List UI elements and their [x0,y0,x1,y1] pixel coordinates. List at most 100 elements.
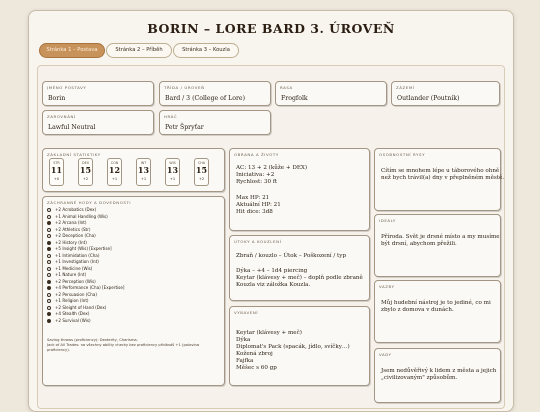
armor-class: AC: 13 + 2 (kůže + DEX) [236,165,308,171]
skill-row[interactable]: +1 Medicine (Wis) [47,266,92,272]
ability-con[interactable]: CON 12 +1 [107,158,122,186]
proficiency-dot[interactable] [47,247,51,251]
field-label: HRÁČ [164,114,178,119]
skill-row[interactable]: +2 History (Int) [47,240,87,246]
ability-score: 11 [50,165,63,175]
proficiency-dot[interactable] [47,234,51,238]
ability-mod: +2 [82,177,89,181]
personality-traits-panel: OSOBNOSTNÍ RYSY Cítím se mnohem lépe u t… [374,148,505,211]
skill-label: +1 Medicine (Wis) [55,265,93,271]
flaws-panel: VADY Jsem nedůvěřivý k lidem z města a j… [374,348,501,403]
panel-label: ZÁCHRANNÉ HODY A DOVEDNOSTI [47,200,132,205]
current-hp: Aktuální HP: 21 [236,202,281,208]
panel-label: ZÁKLADNÍ STATISTIKY [47,152,101,157]
background-field[interactable]: ZÁZEMÍ Outlander (Poutník) [391,81,500,106]
player-field[interactable]: HRÁČ Petr Špryťar [159,110,271,135]
proficiency-dot[interactable] [47,305,51,310]
proficiency-dot[interactable] [47,273,51,277]
tab-page-2[interactable]: Stránka 2 – Příběh [106,43,172,58]
max-hp: Max HP: 21 [236,195,270,201]
field-label: ZAROVNÁNÍ [47,114,76,119]
skill-label: +1 Investigation (Int) [55,259,99,264]
ability-score: 12 [108,165,121,175]
page-content: JMÉNO POSTAVY Borin TŘÍDA / ÚROVEŇ Bard … [37,65,505,409]
trait-line: než bych trávil(a) dny v přeplněném měst… [381,175,505,181]
bonds-panel: VAZBY Můj hudební nástroj je to jediné, … [374,280,501,343]
trait-line: Cítím se mnohem lépe u táborového ohně [381,168,500,174]
skill-row[interactable]: +4 Stealth (Dex) [47,311,89,317]
ideal-line: Příroda. Svět je drsné místo a my musíme [381,234,500,240]
skill-label: +4 Performance (Cha) [Expertise] [55,285,125,290]
skill-row[interactable]: +2 Survival (Wis) [47,318,91,324]
skill-row[interactable]: +1 Investigation (Int) [47,259,99,265]
ability-scores-panel: ZÁKLADNÍ STATISTIKY STR 11 +0 DEX 15 +2 … [42,148,225,192]
skill-label: +2 Athletics (Str) [55,226,91,232]
ideal-line: být drsní, abychom přežili. [381,241,457,247]
proficiency-dot[interactable] [47,214,51,219]
skill-row[interactable]: +2 Arcana (Int) [47,220,87,226]
skill-row[interactable]: +2 Sleight of Hand (Dex) [47,305,106,311]
proficiency-dot[interactable] [47,240,51,245]
skill-label: +2 Persuasion (Cha) [55,291,97,297]
equipment-item: Kožená zbroj [236,351,273,357]
skill-row[interactable]: +2 Athletics (Str) [47,227,90,233]
ability-dex[interactable]: DEX 15 +2 [78,158,93,186]
panel-label: VADY [379,352,392,357]
field-label: ZÁZEMÍ [396,85,415,90]
skill-label: +2 Deception (Cha) [55,233,96,238]
defense-hp-panel: OBRANA A ŽIVOTY AC: 13 + 2 (kůže + DEX) … [229,148,370,231]
proficiency-dot[interactable] [47,286,51,290]
skill-label: +2 History (Int) [55,239,87,245]
proficiency-dot[interactable] [47,318,51,323]
proficiency-dot[interactable] [47,279,51,284]
proficiency-dot[interactable] [47,208,51,212]
proficiency-dot[interactable] [47,260,51,264]
proficiency-dot[interactable] [47,299,51,303]
skill-row[interactable]: +2 Perception (Wis) [47,279,96,285]
flaw-line: Jsem nedůvěřivý k lidem z města a jejich [381,368,497,374]
proficiency-dot[interactable] [47,266,51,271]
skill-row[interactable]: +1 Nature (Int) [47,272,86,278]
tab-page-1[interactable]: Stránka 1 – Postava [39,43,105,58]
ability-wis[interactable]: WIS 13 +1 [165,158,180,186]
flaw-line: „civilizovaným" způsobům. [381,375,458,381]
field-value: Lawful Neutral [48,124,96,131]
ability-score: 15 [79,165,92,175]
attack-keytar: Keytar (klávesy + meč) – doplň podle zbr… [236,275,363,281]
field-value: Bard / 3 (College of Lore) [165,95,246,102]
field-value: Petr Špryťar [165,124,204,131]
skill-row[interactable]: +1 Religion (Int) [47,298,89,304]
proficiency-dot[interactable] [47,221,51,225]
proficiency-dot[interactable] [47,253,51,258]
attacks-spells-panel: ÚTOKY A KOUZLENÍ Zbraň / kouzlo – Útok –… [229,235,370,301]
skill-row[interactable]: +2 Deception (Cha) [47,233,96,239]
ability-int[interactable]: INT 13 +1 [136,158,151,186]
skill-row[interactable]: +1 Animal Handling (Wis) [47,214,108,220]
ability-cha[interactable]: CHA 15 +2 [194,158,209,186]
skill-label: +1 Animal Handling (Wis) [55,213,108,219]
bond-line: Můj hudební nástroj je to jediné, co mi [381,300,491,306]
class-level-field[interactable]: TŘÍDA / ÚROVEŇ Bard / 3 (College of Lore… [159,81,271,106]
alignment-field[interactable]: ZAROVNÁNÍ Lawful Neutral [42,110,154,135]
ability-score: 15 [195,165,208,175]
page-title: BORIN – LORE BARD 3. ÚROVEŇ [147,21,395,36]
field-value: Outlander (Poutník) [397,95,460,102]
field-label: RASA [280,85,293,90]
proficiency-dot[interactable] [47,227,51,232]
proficiency-dot[interactable] [47,292,51,297]
skill-row[interactable]: +5 Insight (Wis) [Expertise] [47,246,112,252]
skill-row[interactable]: +4 Performance (Cha) [Expertise] [47,285,124,291]
tab-page-3[interactable]: Stránka 3 – Kouzla [173,43,239,58]
skill-row[interactable]: +1 Intimidation (Cha) [47,253,99,259]
race-field[interactable]: RASA Frogfolk [275,81,387,106]
skill-row[interactable]: +2 Persuasion (Cha) [47,292,97,298]
panel-label: VYBAVENÍ [234,310,259,315]
ability-str[interactable]: STR 11 +0 [49,158,64,186]
panel-label: ÚTOKY A KOUZLENÍ [234,239,282,244]
skill-label: +5 Insight (Wis) [Expertise] [55,246,112,251]
equipment-item: Dýka [236,337,251,343]
skill-row[interactable]: +2 Acrobatics (Dex) [47,207,96,213]
character-name-field[interactable]: JMÉNO POSTAVY Borin [42,81,154,106]
proficiency-dot[interactable] [47,312,51,316]
field-label: JMÉNO POSTAVY [47,85,87,90]
